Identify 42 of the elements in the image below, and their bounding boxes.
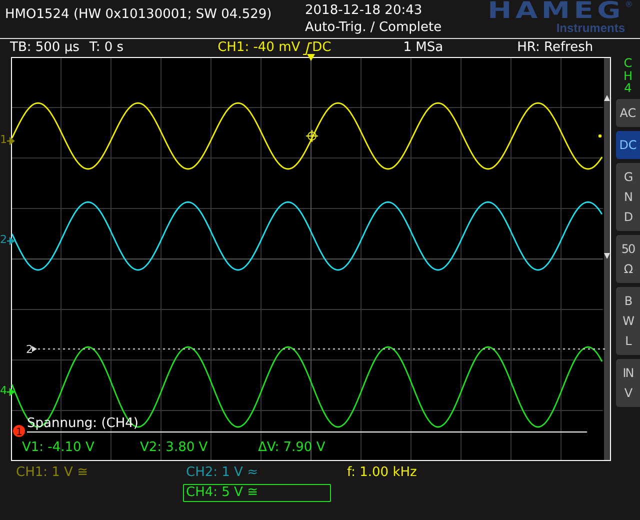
channel-readout[interactable]: CH2: 1 V ≈ [183,464,331,482]
trigger-level-dot [598,134,602,138]
cursor-marker: 1 [13,425,25,438]
coupling-button[interactable]: GND [616,162,640,231]
brand-subtitle: Instruments [556,22,625,34]
scrollbar[interactable] [604,58,610,460]
trigger-crosshair-icon [306,130,318,142]
arrow-icon [7,237,15,245]
trigger-position-icon [307,54,315,61]
menu-title: CH4 [622,57,634,95]
timebase-readout: TB: 500 µs [10,40,80,56]
voltage-reading: V2: 3.80 V [140,440,208,455]
voltage-reading: V1: -4.10 V [22,440,94,455]
acquisition-mode-readout: HR: Refresh [517,40,594,56]
channel-marker: 2 [0,234,7,245]
scroll-down-icon[interactable] [604,253,610,259]
arrow-icon [7,388,15,396]
rising-edge-icon [303,42,312,54]
registered-mark: ® [625,0,633,9]
coupling-button[interactable]: BWL [616,286,640,355]
channel-marker: 4 [0,385,7,396]
coupling-button[interactable]: INV [616,358,640,407]
trigger-coupling-readout: DC [312,40,332,56]
coupling-button[interactable]: DC [616,130,640,159]
arrow-icon [7,137,15,145]
arrow-icon [32,346,37,352]
channel-readout[interactable]: CH1: 1 V ≅ [13,464,161,482]
scroll-up-icon[interactable] [604,95,610,101]
device-info: HMO1524 (HW 0x10130001; SW 04.529) [5,7,272,22]
trigger-status: Auto-Trig. / Complete [305,19,443,36]
trigger-level-readout: CH1: -40 mV [218,40,300,56]
reference-marker: 2 [26,343,33,356]
brand-logo: HAMEG [488,0,625,22]
date-time: 2018-12-18 20:43 [305,2,424,19]
channel-marker: 1 [0,134,7,145]
sample-rate-readout: 1 MSa [403,40,444,56]
time-offset-readout: T: 0 s [89,40,124,56]
channel-readout[interactable]: CH4: 5 V ≅ [183,484,331,502]
frequency-readout: f: 1.00 kHz [346,464,418,482]
coupling-button[interactable]: AC [616,98,640,127]
coupling-button[interactable]: 50 Ω [616,234,640,283]
voltage-reading: ΔV: 7.90 V [258,440,326,455]
